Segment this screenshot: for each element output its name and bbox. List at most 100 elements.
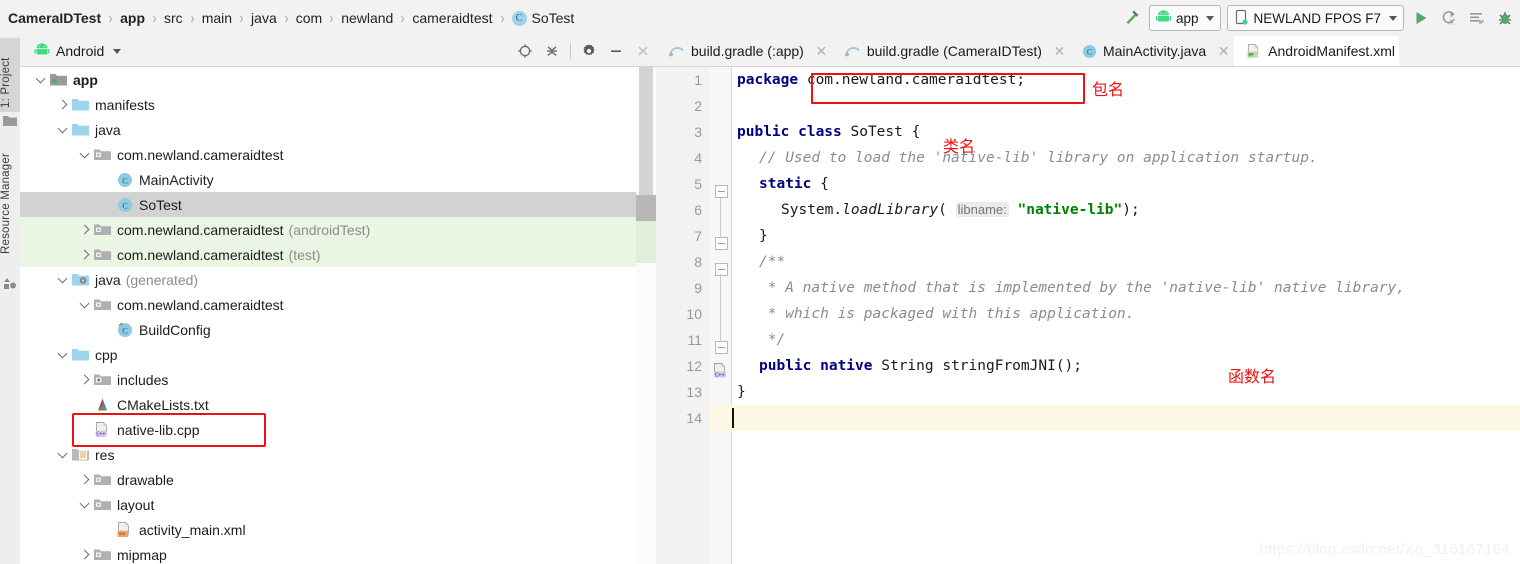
tree-node-cmakelists-txt[interactable]: CMakeLists.txt: [20, 392, 636, 417]
code-text[interactable]: package com.newland.cameraidtest; public …: [731, 67, 1520, 564]
chevron-down-icon[interactable]: [78, 298, 91, 311]
code-token-str: "native-lib": [1017, 202, 1123, 218]
chevron-down-icon[interactable]: [56, 273, 69, 286]
tree-node-drawable[interactable]: drawable: [20, 467, 636, 492]
chevron-down-icon[interactable]: [78, 148, 91, 161]
tree-node-cpp[interactable]: cpp: [20, 342, 636, 367]
line-number: 1: [694, 72, 702, 88]
chevron-right-icon[interactable]: [56, 98, 69, 111]
tree-node-manifests[interactable]: manifests: [20, 92, 636, 117]
tree-node-com-newland-cameraidtest[interactable]: com.newland.cameraidtest: [20, 142, 636, 167]
run-configuration-selector[interactable]: app: [1148, 5, 1222, 31]
editor-tab-mainactivity-java[interactable]: C MainActivity.java ✕: [1070, 36, 1234, 66]
chevron-down-icon[interactable]: [56, 123, 69, 136]
project-tree[interactable]: app manifests java com.newland.cameraidtest…: [20, 67, 636, 564]
tree-node-java[interactable]: java (generated): [20, 267, 636, 292]
sidebar-item-project[interactable]: 1: Project: [0, 38, 20, 112]
fold-marker[interactable]: [715, 341, 728, 354]
close-icon[interactable]: ✕: [1217, 43, 1230, 60]
breadcrumb-item-cameraidtest[interactable]: cameraidtest: [412, 10, 492, 26]
close-icon[interactable]: ✕: [1053, 43, 1066, 60]
editor-tab-build-gradle-cameraidtest-[interactable]: build.gradle (CameraIDTest) ✕: [832, 36, 1070, 66]
tree-node-buildconfig[interactable]: C BuildConfig: [20, 317, 636, 342]
code-token-plain: (: [938, 202, 956, 218]
code-token-cm: * A native method that is implemented by…: [759, 280, 1406, 296]
tree-node-activity-main-xml[interactable]: <> activity_main.xml: [20, 517, 636, 542]
hammer-icon[interactable]: [1121, 7, 1143, 29]
class-gen-icon: C: [116, 321, 133, 338]
tree-node-mainactivity[interactable]: C MainActivity: [20, 167, 636, 192]
fold-marker[interactable]: [715, 263, 728, 276]
breadcrumb-item-label: cameraidtest: [412, 10, 493, 26]
package-icon: [94, 146, 111, 163]
chevron-down-icon[interactable]: [34, 73, 47, 86]
editor-tab-androidmanifest-xml[interactable]: MF AndroidManifest.xml: [1234, 36, 1399, 66]
chevron-down-icon[interactable]: [56, 448, 69, 461]
tree-node-mipmap[interactable]: mipmap: [20, 542, 636, 564]
breadcrumb-item-src[interactable]: src: [164, 10, 183, 26]
breadcrumb-item-app[interactable]: app: [120, 10, 145, 26]
tree-node-layout[interactable]: layout: [20, 492, 636, 517]
chevron-down-icon[interactable]: [78, 498, 91, 511]
apply-changes-icon[interactable]: A: [1438, 7, 1460, 29]
gear-icon[interactable]: [580, 42, 598, 60]
chevron-down-icon[interactable]: [56, 348, 69, 361]
project-view-selector[interactable]: Android: [20, 43, 122, 59]
code-token-plain: String stringFromJNI();: [872, 358, 1083, 374]
cpp-file-icon: C++: [94, 421, 111, 438]
line-number: 14: [686, 410, 702, 426]
minimize-icon[interactable]: [607, 42, 625, 60]
breadcrumb-separator: ›: [239, 9, 244, 27]
breadcrumb-item-sotest[interactable]: C SoTest: [511, 10, 574, 26]
sidebar-item-resource-manager[interactable]: Resource Manager: [0, 144, 20, 258]
project-tree-scrollbar[interactable]: [636, 67, 656, 564]
cpp-gutter-icon[interactable]: C++: [713, 363, 728, 381]
breadcrumb-separator: ›: [500, 9, 504, 27]
tree-node-sotest[interactable]: C SoTest: [20, 192, 636, 217]
chevron-right-icon[interactable]: [78, 548, 91, 561]
run-icon[interactable]: [1410, 7, 1432, 29]
chevron-right-icon[interactable]: [78, 473, 91, 486]
code-token-plain: {: [811, 176, 829, 192]
scrollbar-marker: [636, 195, 656, 221]
tree-node-java[interactable]: java: [20, 117, 636, 142]
tree-node-com-newland-cameraidtest[interactable]: com.newland.cameraidtest (test): [20, 242, 636, 267]
editor-tab-build-gradle-app-[interactable]: build.gradle (:app) ✕: [656, 36, 832, 66]
tree-node-com-newland-cameraidtest[interactable]: com.newland.cameraidtest: [20, 292, 636, 317]
line-number-gutter: 1 2 3 4 5 6 7 8 9 10 11 12 13 14: [656, 67, 709, 564]
scrollbar-thumb[interactable]: [639, 67, 653, 195]
chevron-right-icon[interactable]: [78, 373, 91, 386]
code-editor[interactable]: 1 2 3 4 5 6 7 8 9 10 11 12 13 14 C++ pac…: [656, 67, 1520, 564]
locate-icon[interactable]: [516, 42, 534, 60]
tree-node-res[interactable]: res: [20, 442, 636, 467]
breadcrumb-item-com[interactable]: com: [296, 10, 322, 26]
tree-node-native-lib-cpp[interactable]: C++ native-lib.cpp: [20, 417, 636, 442]
breadcrumb-item-cameraidtest[interactable]: CameraIDTest: [8, 10, 101, 26]
breadcrumb-item-java[interactable]: java: [251, 10, 277, 26]
close-icon[interactable]: ✕: [815, 43, 828, 60]
tree-node-app[interactable]: app: [20, 67, 636, 92]
tree-node-includes[interactable]: includes: [20, 367, 636, 392]
fold-marker[interactable]: [715, 237, 728, 250]
debug-icon[interactable]: [1494, 7, 1516, 29]
fold-gutter[interactable]: C++: [709, 67, 732, 564]
chevron-right-icon[interactable]: [78, 223, 91, 236]
close-icon[interactable]: [634, 42, 652, 60]
code-token-kw: static: [759, 176, 812, 192]
collapse-all-icon[interactable]: [543, 42, 561, 60]
breadcrumb-item-main[interactable]: main: [202, 10, 232, 26]
code-token-mth: loadLibrary: [842, 202, 939, 218]
device-selector[interactable]: NEWLAND FPOS F7: [1227, 5, 1404, 31]
tree-node-label: native-lib.cpp: [117, 421, 200, 438]
tree-node-com-newland-cameraidtest[interactable]: com.newland.cameraidtest (androidTest): [20, 217, 636, 242]
gen-folder-icon: [72, 271, 89, 288]
gradle-icon: [668, 44, 685, 58]
breadcrumb-item-newland[interactable]: newland: [341, 10, 393, 26]
chevron-right-icon[interactable]: [78, 248, 91, 261]
breadcrumb-item-label: java: [251, 10, 277, 26]
fold-marker[interactable]: [715, 185, 728, 198]
includes-icon: [94, 371, 111, 388]
tree-node-label: cpp: [95, 346, 118, 363]
apply-code-changes-icon[interactable]: [1466, 7, 1488, 29]
